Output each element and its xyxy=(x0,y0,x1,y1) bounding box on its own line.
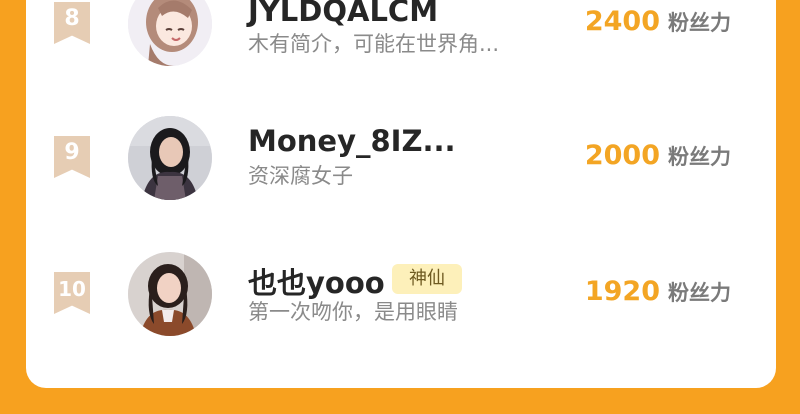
fans-number: 2000 xyxy=(584,140,660,171)
user-name[interactable]: JYLDQALCM xyxy=(248,0,438,28)
fans-unit: 粉丝力 xyxy=(668,281,731,305)
woman-avatar-icon xyxy=(128,252,212,336)
fans-count: 2000 粉丝力 xyxy=(585,140,731,171)
fans-count: 1920 粉丝力 xyxy=(585,276,731,307)
avatar[interactable] xyxy=(128,0,212,66)
list-item[interactable]: 9 Money_8IZ... 资深腐女子 2000 粉丝力 xyxy=(26,116,776,216)
fans-number: 1920 xyxy=(584,276,660,307)
rank-ribbon: 8 xyxy=(54,2,90,44)
ranking-list-card: 8 JYLDQALCM 木有简介，可能在世界角... 2400 粉丝力 9 Mo… xyxy=(26,0,776,388)
anime-girl-avatar-icon xyxy=(128,0,212,66)
avatar[interactable] xyxy=(128,116,212,200)
rank-ribbon: 9 xyxy=(54,136,90,178)
rank-ribbon: 10 xyxy=(54,272,90,314)
fans-unit: 粉丝力 xyxy=(668,11,731,35)
list-item[interactable]: 10 也也yooo 神仙 第一次吻你，是用眼睛 1920 粉丝力 xyxy=(26,252,776,352)
user-name[interactable]: Money_8IZ... xyxy=(248,124,456,158)
user-bio: 第一次吻你，是用眼睛 xyxy=(248,300,458,324)
avatar[interactable] xyxy=(128,252,212,336)
fans-unit: 粉丝力 xyxy=(668,145,731,169)
list-item[interactable]: 8 JYLDQALCM 木有简介，可能在世界角... 2400 粉丝力 xyxy=(26,0,776,70)
title-badge: 神仙 xyxy=(392,264,462,294)
user-bio: 木有简介，可能在世界角... xyxy=(248,32,500,56)
fans-number: 2400 xyxy=(584,6,660,37)
woman-avatar-icon xyxy=(128,116,212,200)
fans-count: 2400 粉丝力 xyxy=(585,6,731,37)
user-bio: 资深腐女子 xyxy=(248,164,353,188)
